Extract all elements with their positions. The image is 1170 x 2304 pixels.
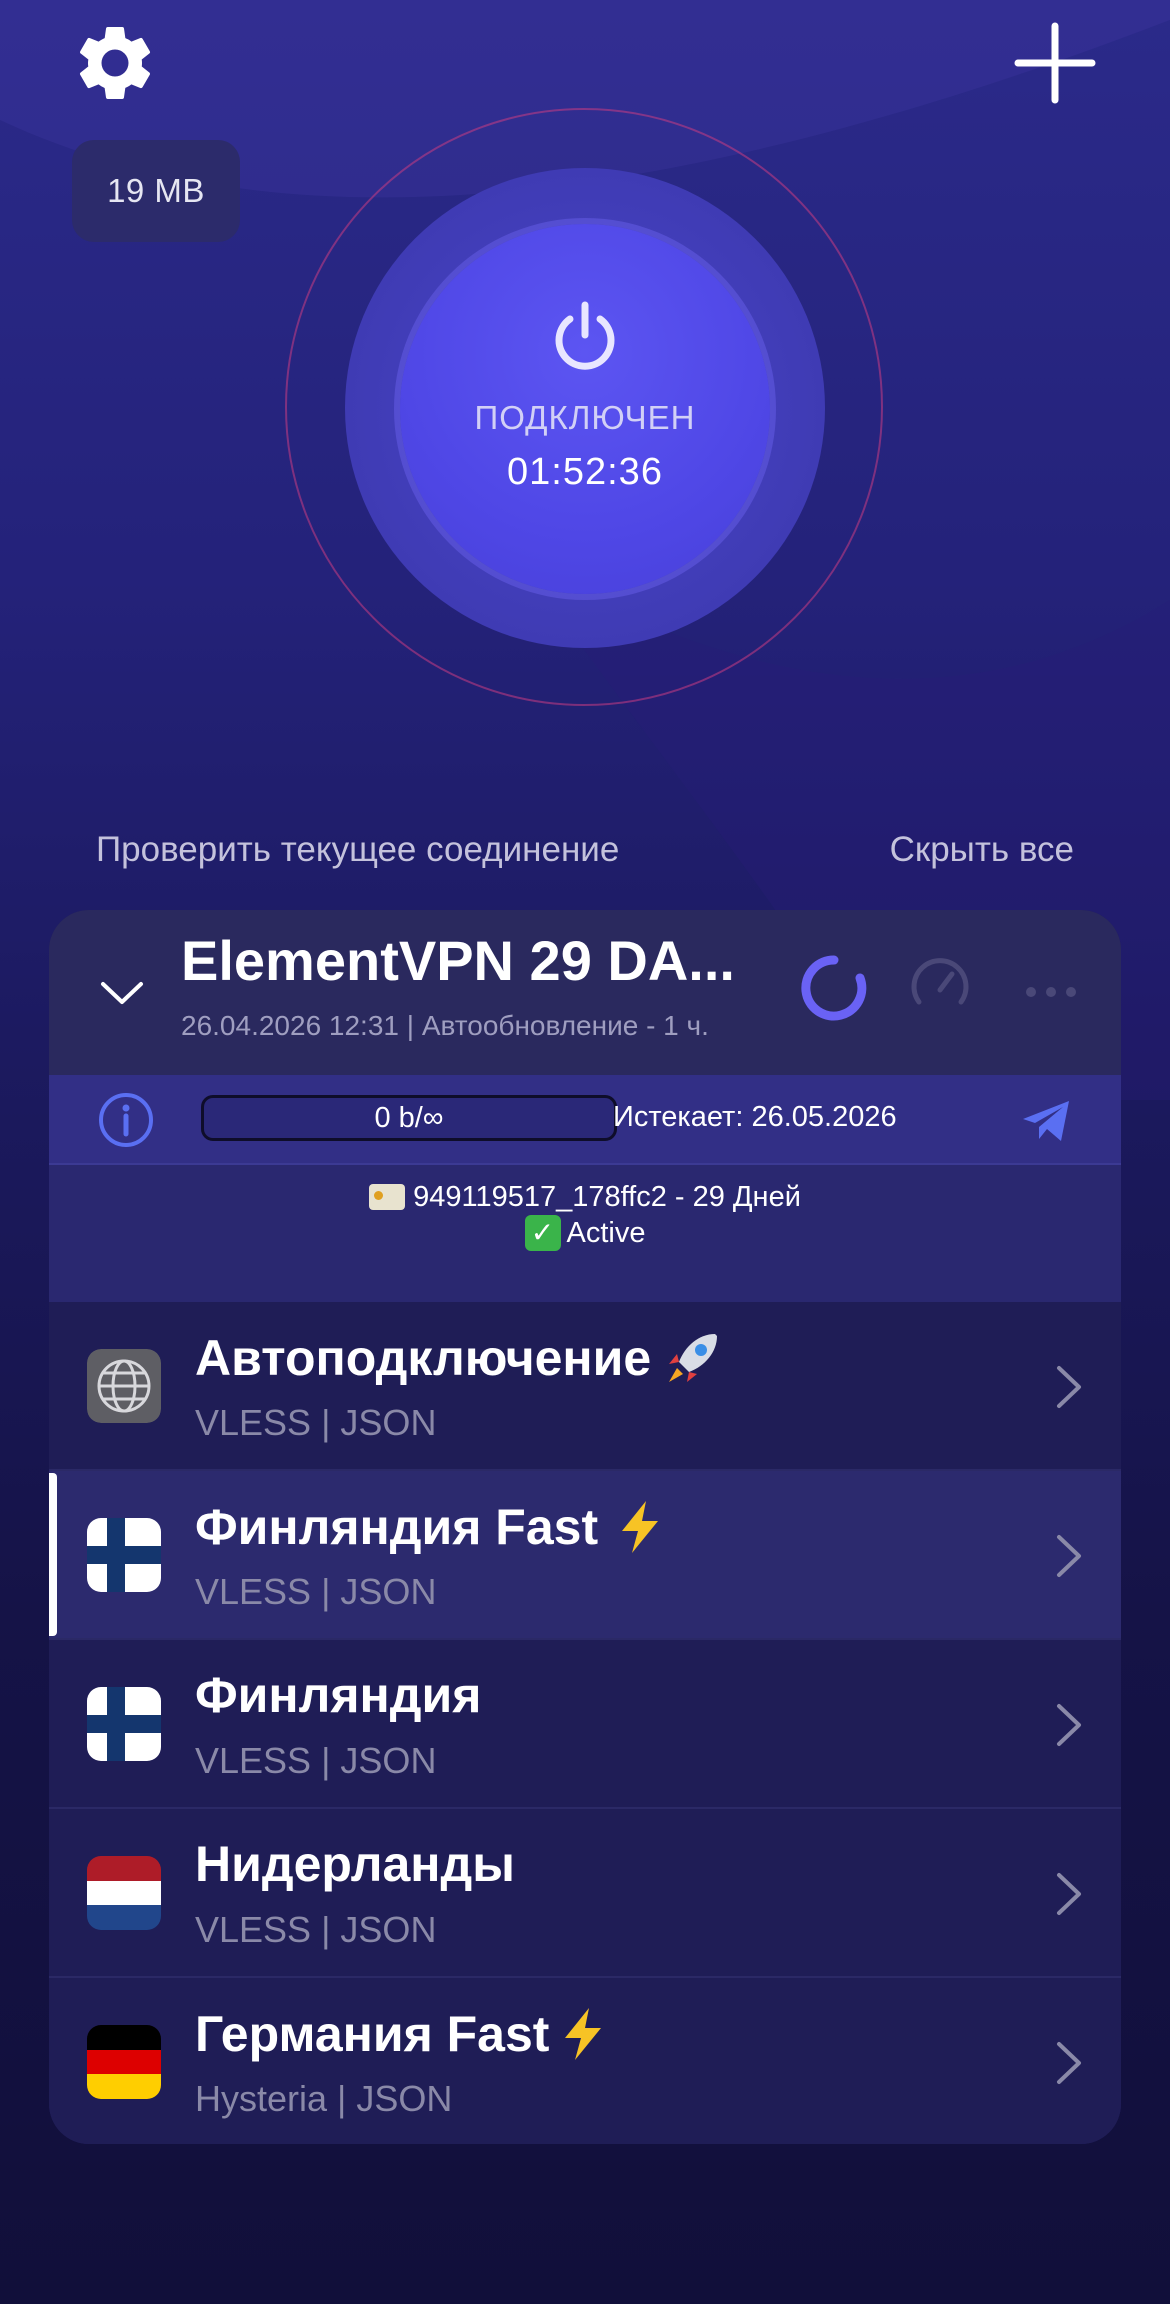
- expiry-date: Истекает: 26.05.2026: [613, 1101, 897, 1133]
- plus-icon[interactable]: [1010, 18, 1100, 108]
- server-protocol: Hysteria | JSON: [195, 2078, 453, 2119]
- netherlands-flag-icon: [87, 1856, 161, 1930]
- rocket-emoji-icon: [669, 1334, 718, 1382]
- chevron-right-icon: [1057, 2042, 1081, 2084]
- id-card-icon: [369, 1184, 406, 1210]
- hide-all-link[interactable]: Скрыть все: [890, 830, 1074, 870]
- profile-info-bar: 0 b/∞ Истекает: 26.05.2026: [49, 1075, 1121, 1165]
- chevron-down-icon[interactable]: [97, 968, 147, 1018]
- profile-header[interactable]: ElementVPN 29 DA... 26.04.2026 12:31 | А…: [49, 910, 1121, 1075]
- check-mark-icon: ✓: [524, 1215, 561, 1251]
- refresh-icon[interactable]: [794, 948, 874, 1028]
- traffic-usage-label: 0 b/∞: [374, 1101, 444, 1134]
- finland-flag-icon: [87, 1518, 161, 1592]
- check-connection-link[interactable]: Проверить текущее соединение: [96, 830, 619, 870]
- info-icon[interactable]: [97, 1091, 155, 1149]
- server-protocol: VLESS | JSON: [195, 1402, 437, 1443]
- server-name: Нидерланды: [195, 1836, 515, 1892]
- server-item-germany-fast[interactable]: Германия Fast Hysteria | JSON: [49, 1978, 1121, 2144]
- subscription-id: 949119517_178ffc2 - 29 Дней: [413, 1181, 801, 1213]
- profile-subtitle: 26.04.2026 12:31 | Автообновление - 1 ч.: [181, 1010, 709, 1041]
- subscription-status: Active: [566, 1217, 646, 1249]
- profile-title: ElementVPN 29 DA...: [181, 929, 735, 992]
- server-name: Автоподключение: [195, 1328, 723, 1388]
- server-protocol: VLESS | JSON: [195, 1740, 437, 1781]
- chevron-right-icon: [1057, 1366, 1081, 1408]
- connection-status: ПОДКЛЮЧЕН: [474, 398, 696, 436]
- server-name: Финляндия Fast: [195, 1497, 670, 1557]
- subscription-id-line: 949119517_178ffc2 - 29 Дней: [369, 1179, 801, 1215]
- server-name: Финляндия: [195, 1667, 482, 1723]
- chevron-right-icon: [1057, 1535, 1081, 1577]
- profile-note: 949119517_178ffc2 - 29 Дней ✓ Active: [49, 1165, 1121, 1302]
- gear-icon[interactable]: [70, 18, 160, 108]
- chevron-right-icon: [1057, 1873, 1081, 1915]
- lightning-emoji-icon: [565, 2008, 602, 2060]
- traffic-usage-bar: 0 b/∞: [201, 1095, 617, 1141]
- globe-icon: [87, 1349, 161, 1423]
- lightning-emoji-icon: [622, 1501, 659, 1553]
- server-protocol: VLESS | JSON: [195, 1571, 437, 1612]
- connection-timer: 01:52:36: [507, 450, 663, 493]
- server-item-netherlands[interactable]: Нидерланды VLESS | JSON: [49, 1809, 1121, 1978]
- traffic-used-badge: 19 MB: [72, 140, 240, 242]
- server-protocol: VLESS | JSON: [195, 1909, 437, 1950]
- server-item-finland[interactable]: Финляндия VLESS | JSON: [49, 1640, 1121, 1809]
- traffic-used-label: 19 MB: [107, 172, 205, 209]
- chevron-right-icon: [1057, 1704, 1081, 1746]
- server-list: Автоподключение VLESS | JSON Финляндия F…: [49, 1302, 1121, 2144]
- connect-button[interactable]: ПОДКЛЮЧЕН 01:52:36: [400, 224, 770, 594]
- server-name: Германия Fast: [195, 2004, 613, 2064]
- germany-flag-icon: [87, 2025, 161, 2099]
- server-item-finland-fast[interactable]: Финляндия Fast VLESS | JSON: [49, 1471, 1121, 1640]
- server-item-auto[interactable]: Автоподключение VLESS | JSON: [49, 1302, 1121, 1471]
- more-options-icon[interactable]: [1021, 962, 1081, 1022]
- power-icon: [555, 301, 615, 370]
- status-line: ✓ Active: [524, 1215, 646, 1251]
- profile-card: ElementVPN 29 DA... 26.04.2026 12:31 | А…: [49, 910, 1121, 2144]
- telegram-icon[interactable]: [1019, 1093, 1075, 1149]
- action-links: Проверить текущее соединение Скрыть все: [96, 830, 1074, 870]
- finland-flag-icon: [87, 1687, 161, 1761]
- speed-test-icon[interactable]: [907, 952, 973, 1018]
